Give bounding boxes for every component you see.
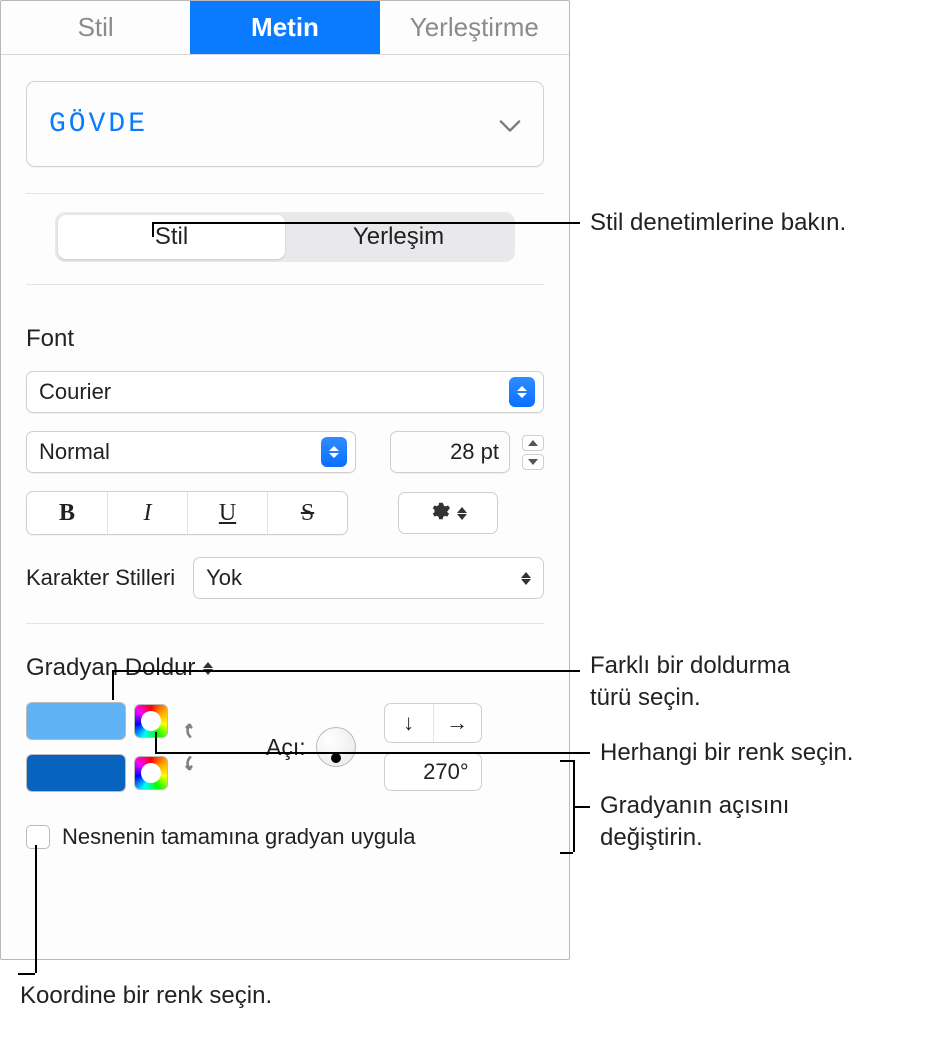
tab-stil[interactable]: Stil	[1, 1, 190, 54]
tab-metin[interactable]: Metin	[190, 1, 379, 54]
gradient-direction-segmented: ↓ →	[384, 703, 482, 743]
character-styles-label: Karakter Stilleri	[26, 565, 175, 591]
gear-icon	[429, 500, 451, 527]
character-styles-value: Yok	[206, 565, 242, 591]
angle-dial[interactable]	[316, 727, 356, 767]
callout-5-text: Koordine bir renk seçin.	[20, 980, 272, 1012]
font-family-value: Courier	[39, 379, 111, 405]
inspector-panel: Stil Metin Yerleştirme GÖVDE Stil Yerleş…	[0, 0, 570, 960]
color-wheel-1[interactable]	[134, 704, 168, 738]
underline-button[interactable]: U	[187, 492, 267, 534]
font-size-value: 28 pt	[450, 439, 499, 465]
font-family-select[interactable]: Courier	[26, 371, 544, 413]
swap-colors-button[interactable]	[182, 718, 210, 776]
gradient-color-1[interactable]	[26, 702, 126, 740]
font-typeface-value: Normal	[39, 439, 110, 465]
gradient-fill-label: Gradyan Doldur	[26, 654, 195, 682]
callout-4-text: Gradyanın açısını değiştirin.	[600, 790, 789, 855]
top-tabs: Stil Metin Yerleştirme	[1, 1, 569, 55]
chevron-updown-icon	[457, 507, 467, 520]
bold-button[interactable]: B	[27, 492, 107, 534]
chevron-down-icon	[499, 117, 521, 131]
strikethrough-button[interactable]: S	[267, 492, 347, 534]
select-stepper-icon	[321, 437, 347, 467]
callout-1-text: Stil denetimlerine bakın.	[590, 207, 846, 239]
font-style-group: B I U S	[26, 491, 348, 535]
subtab-segmented: Stil Yerleşim	[55, 212, 515, 262]
callout-2-text: Farklı bir doldurma türü seçin.	[590, 650, 790, 715]
chevron-updown-icon	[203, 662, 213, 675]
apply-gradient-whole-object-checkbox[interactable]	[26, 825, 50, 849]
color-wheel-2[interactable]	[134, 756, 168, 790]
angle-value: 270°	[423, 759, 469, 785]
italic-button[interactable]: I	[107, 492, 187, 534]
angle-value-field[interactable]: 270°	[384, 753, 482, 791]
apply-gradient-label: Nesnenin tamamına gradyan uygula	[62, 824, 415, 850]
arrow-down-icon: ↓	[403, 710, 414, 736]
angle-label: Açı:	[266, 734, 306, 761]
gradient-fill-popup[interactable]: Gradyan Doldur	[26, 654, 544, 682]
font-section-label: Font	[26, 325, 544, 353]
subtab-stil[interactable]: Stil	[58, 215, 285, 259]
callout-3-text: Herhangi bir renk seçin.	[600, 737, 853, 769]
chevron-updown-icon	[521, 572, 531, 585]
advanced-options-button[interactable]	[398, 492, 498, 534]
paragraph-style-label: GÖVDE	[49, 109, 148, 140]
select-stepper-icon	[509, 377, 535, 407]
font-typeface-select[interactable]: Normal	[26, 431, 356, 473]
subtab-yerlesim[interactable]: Yerleşim	[285, 215, 512, 259]
direction-right-button[interactable]: →	[433, 704, 481, 742]
gradient-color-2[interactable]	[26, 754, 126, 792]
character-styles-select[interactable]: Yok	[193, 557, 544, 599]
paragraph-style-popup[interactable]: GÖVDE	[26, 81, 544, 167]
font-size-stepper[interactable]	[522, 435, 544, 470]
arrow-right-icon: →	[446, 710, 468, 736]
tab-yerlestirme[interactable]: Yerleştirme	[380, 1, 569, 54]
font-size-field[interactable]: 28 pt	[390, 431, 510, 473]
direction-down-button[interactable]: ↓	[385, 704, 433, 742]
